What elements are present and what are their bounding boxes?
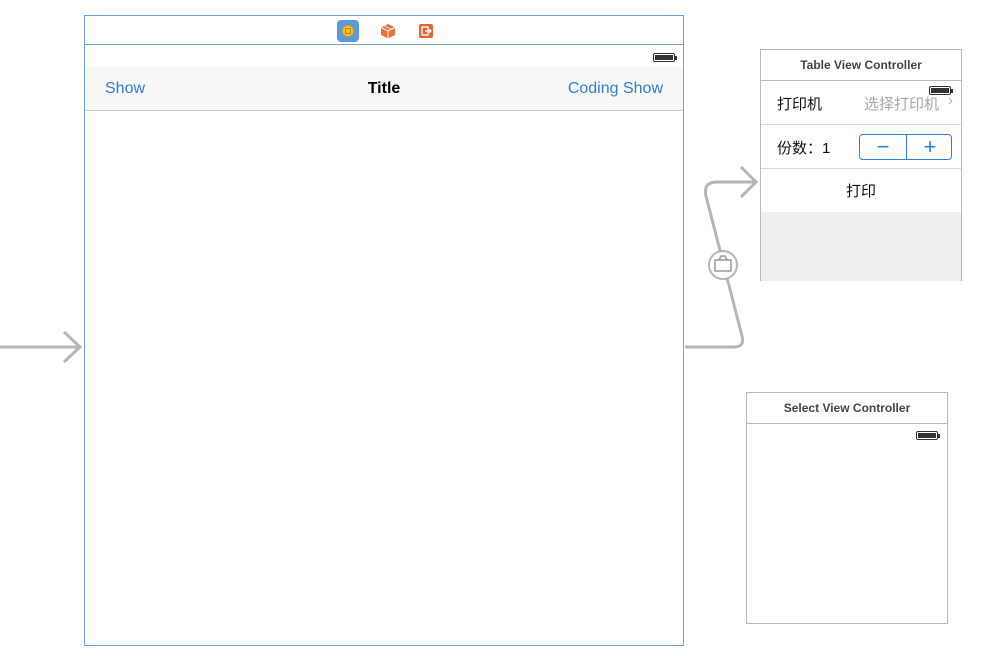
main-view-content[interactable] xyxy=(85,112,683,645)
scene-dock xyxy=(85,16,683,45)
segue-icon[interactable] xyxy=(708,250,738,280)
select-view-controller-scene[interactable]: Select View Controller xyxy=(746,392,948,624)
first-responder-icon[interactable] xyxy=(377,20,399,42)
copies-label: 份数：1 xyxy=(777,140,831,157)
table-background xyxy=(761,212,961,281)
view-controller-icon[interactable] xyxy=(337,20,359,42)
table-view-controller-scene[interactable]: Table View Controller 打印机 选择打印机 › 份数：1 −… xyxy=(760,49,962,281)
print-button[interactable]: 打印 xyxy=(761,180,961,201)
status-bar xyxy=(85,46,683,66)
entry-point-arrow[interactable] xyxy=(0,330,83,364)
copies-value: 1 xyxy=(822,140,831,157)
copies-stepper[interactable]: − + xyxy=(859,134,952,160)
printer-label: 打印机 xyxy=(777,96,823,113)
coding-show-button[interactable]: Coding Show xyxy=(568,80,663,98)
main-view-controller-scene[interactable]: Show Title Coding Show xyxy=(84,15,684,646)
printer-cell[interactable]: 打印机 选择打印机 › xyxy=(761,81,961,125)
chevron-right-icon: › xyxy=(948,92,953,109)
increment-button[interactable]: + xyxy=(907,135,953,159)
battery-icon xyxy=(653,53,677,62)
decrement-button[interactable]: − xyxy=(860,135,906,159)
print-cell[interactable]: 打印 xyxy=(761,169,961,212)
exit-icon[interactable] xyxy=(415,20,437,42)
copies-cell: 份数：1 − + xyxy=(761,125,961,169)
printer-detail: 选择打印机 xyxy=(863,96,939,113)
navigation-bar: Show Title Coding Show xyxy=(85,66,683,111)
scene-title: Table View Controller xyxy=(761,50,961,81)
scene-title: Select View Controller xyxy=(747,393,947,424)
battery-icon xyxy=(916,431,940,440)
